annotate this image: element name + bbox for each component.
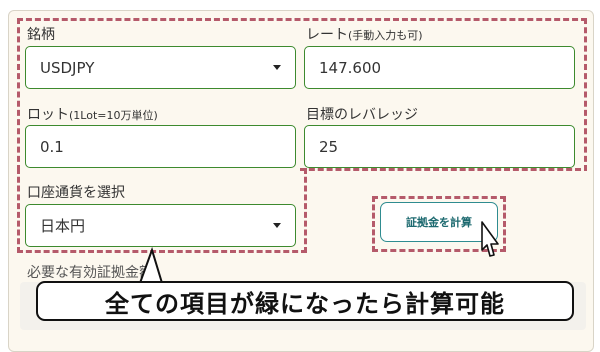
cursor-pointer-icon [481, 221, 499, 257]
callout-box: 全ての項目が緑になったら計算可能 [36, 281, 574, 321]
